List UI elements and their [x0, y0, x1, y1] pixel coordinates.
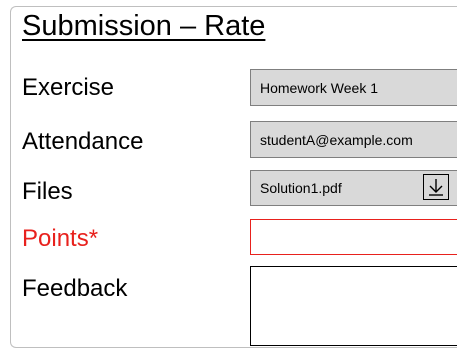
feedback-label: Feedback	[22, 275, 128, 302]
points-input[interactable]	[250, 219, 457, 255]
feedback-textarea[interactable]	[250, 266, 457, 346]
file-name: Solution1.pdf	[260, 180, 342, 196]
files-label: Files	[22, 178, 73, 205]
exercise-label: Exercise	[22, 74, 115, 101]
attendance-field: studentA@example.com	[250, 121, 457, 158]
download-button[interactable]	[423, 174, 449, 200]
attendance-label: Attendance	[22, 128, 144, 155]
download-icon	[429, 179, 443, 196]
points-label: Points*	[22, 225, 99, 252]
page-title: Submission – Rate	[22, 10, 266, 42]
exercise-field: Homework Week 1	[250, 69, 457, 106]
